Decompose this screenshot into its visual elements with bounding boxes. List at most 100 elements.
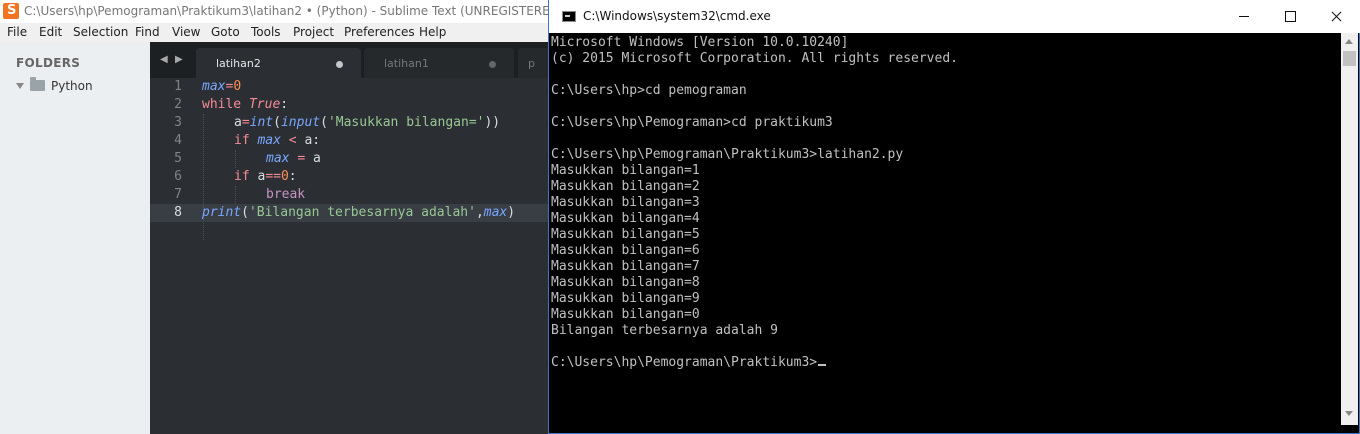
vertical-scrollbar[interactable] xyxy=(1341,33,1358,425)
tab-next-icon[interactable]: ▶ xyxy=(175,54,183,65)
line-number-current: 8 xyxy=(174,205,182,220)
scroll-down-icon[interactable] xyxy=(1345,411,1353,416)
cmd-window: C:\Windows\system32\cmd.exe Microsoft Wi… xyxy=(548,0,1360,434)
sidebar-folder-python[interactable]: Python xyxy=(16,77,146,94)
line-number: 5 xyxy=(174,151,182,166)
token: while xyxy=(202,97,242,112)
menu-preferences[interactable]: Preferences xyxy=(344,25,415,39)
token: a: xyxy=(304,133,321,148)
disclosure-triangle-icon[interactable] xyxy=(16,83,24,89)
indent-guide xyxy=(235,186,236,204)
token: 'Bilangan terbesarnya adalah' xyxy=(248,205,476,220)
console-line: C:\Users\hp\Pemograman>cd praktikum3 xyxy=(551,115,833,130)
sidebar-header: FOLDERS xyxy=(16,56,81,70)
token: break xyxy=(266,187,306,202)
console-line: Masukkan bilangan=7 xyxy=(551,259,700,274)
token: True xyxy=(248,97,281,112)
line-number: 7 xyxy=(174,187,182,202)
token: ) xyxy=(507,205,516,220)
console-line: C:\Users\hp\Pemograman\Praktikum3>latiha… xyxy=(551,147,904,162)
code-line-2: while True: xyxy=(202,96,288,114)
token: )) xyxy=(484,115,501,130)
code-line-5: max = a xyxy=(266,150,321,168)
token: 'Masukkan bilangan=' xyxy=(327,115,485,130)
token: < xyxy=(288,133,297,148)
menu-project[interactable]: Project xyxy=(293,25,334,39)
token: 0 xyxy=(233,79,242,94)
sidebar-folder-label: Python xyxy=(51,79,93,93)
console-icon[interactable] xyxy=(562,11,576,22)
tab-bar: ◀ ▶ latihan2 latihan1 p xyxy=(150,42,550,78)
token: if xyxy=(234,133,250,148)
console-line: Masukkan bilangan=9 xyxy=(551,291,700,306)
tab-latihan2[interactable]: latihan2 xyxy=(196,48,361,78)
code-editor[interactable]: 1 2 3 4 5 6 7 8 max=0 while True: a=int(… xyxy=(150,78,550,434)
token: ( xyxy=(241,205,249,220)
token: 0 xyxy=(280,169,289,184)
line-number: 4 xyxy=(174,133,182,148)
sublime-logo-icon xyxy=(3,3,19,19)
menu-tools[interactable]: Tools xyxy=(251,25,281,39)
menu-view[interactable]: View xyxy=(172,25,200,39)
tab-latihan1[interactable]: latihan1 xyxy=(364,48,514,78)
console-line: Masukkan bilangan=4 xyxy=(551,211,700,226)
code-line-7: break xyxy=(266,186,305,204)
code-line-1: max=0 xyxy=(202,78,241,96)
indent-guide xyxy=(235,150,236,168)
token: a xyxy=(312,151,321,166)
console-line: Masukkan bilangan=1 xyxy=(551,163,700,178)
console-prompt-line[interactable]: C:\Users\hp\Pemograman\Praktikum3> xyxy=(551,355,827,371)
line-number: 6 xyxy=(174,169,182,184)
menu-edit[interactable]: Edit xyxy=(39,25,62,39)
scrollbar-thumb[interactable] xyxy=(1343,51,1356,66)
token: int xyxy=(249,115,274,130)
line-number: 3 xyxy=(174,115,182,130)
console-line: Masukkan bilangan=3 xyxy=(551,195,700,210)
token: max xyxy=(483,205,508,220)
token: ( xyxy=(320,115,328,130)
code-line-4: if max < a: xyxy=(234,132,320,150)
menu-goto[interactable]: Goto xyxy=(211,25,240,39)
console-line: Microsoft Windows [Version 10.0.10240] xyxy=(551,35,849,50)
menu-file[interactable]: File xyxy=(7,25,27,39)
sublime-window-title: C:\Users\hp\Pemograman\Praktikum3\latiha… xyxy=(24,4,564,18)
token: = xyxy=(297,151,306,166)
console-prompt: C:\Users\hp\Pemograman\Praktikum3> xyxy=(551,355,818,370)
maximize-button[interactable] xyxy=(1267,0,1313,33)
token: max xyxy=(257,133,281,148)
console-line: (c) 2015 Microsoft Corporation. All righ… xyxy=(551,51,958,66)
console-line: Bilangan terbesarnya adalah 9 xyxy=(551,323,778,338)
token: ( xyxy=(273,115,281,130)
tab-label: latihan1 xyxy=(384,57,429,70)
token: print xyxy=(202,205,242,220)
token: : xyxy=(280,97,289,112)
minimize-button[interactable] xyxy=(1221,0,1267,33)
console-line: C:\Users\hp>cd pemograman xyxy=(551,83,747,98)
token: max xyxy=(202,79,226,94)
tab-partial[interactable]: p xyxy=(518,48,550,78)
code-line-8: print('Bilangan terbesarnya adalah',max) xyxy=(202,204,515,222)
line-number: 1 xyxy=(174,79,182,94)
token: if xyxy=(234,169,250,184)
cmd-titlebar[interactable]: C:\Windows\system32\cmd.exe xyxy=(549,0,1360,33)
console-line: Masukkan bilangan=6 xyxy=(551,243,700,258)
unsaved-dot-icon[interactable] xyxy=(489,61,496,68)
tab-label: latihan2 xyxy=(216,57,261,70)
unsaved-dot-icon[interactable] xyxy=(336,61,343,68)
console-line: Masukkan bilangan=2 xyxy=(551,179,700,194)
code-line-3: a=int(input('Masukkan bilangan=')) xyxy=(234,114,500,132)
console-line: Masukkan bilangan=5 xyxy=(551,227,700,242)
console-output[interactable]: Microsoft Windows [Version 10.0.10240] (… xyxy=(551,35,1341,425)
scroll-up-icon[interactable] xyxy=(1345,39,1353,44)
token: : xyxy=(288,169,297,184)
token: max xyxy=(266,151,290,166)
token: == xyxy=(265,169,281,184)
menu-selection[interactable]: Selection xyxy=(73,25,128,39)
menu-find[interactable]: Find xyxy=(135,25,160,39)
menu-help[interactable]: Help xyxy=(419,25,446,39)
close-button[interactable] xyxy=(1313,0,1359,33)
folder-icon xyxy=(30,77,45,91)
text-cursor xyxy=(818,364,827,366)
sidebar: FOLDERS Python xyxy=(0,42,150,434)
tab-prev-icon[interactable]: ◀ xyxy=(160,54,168,65)
